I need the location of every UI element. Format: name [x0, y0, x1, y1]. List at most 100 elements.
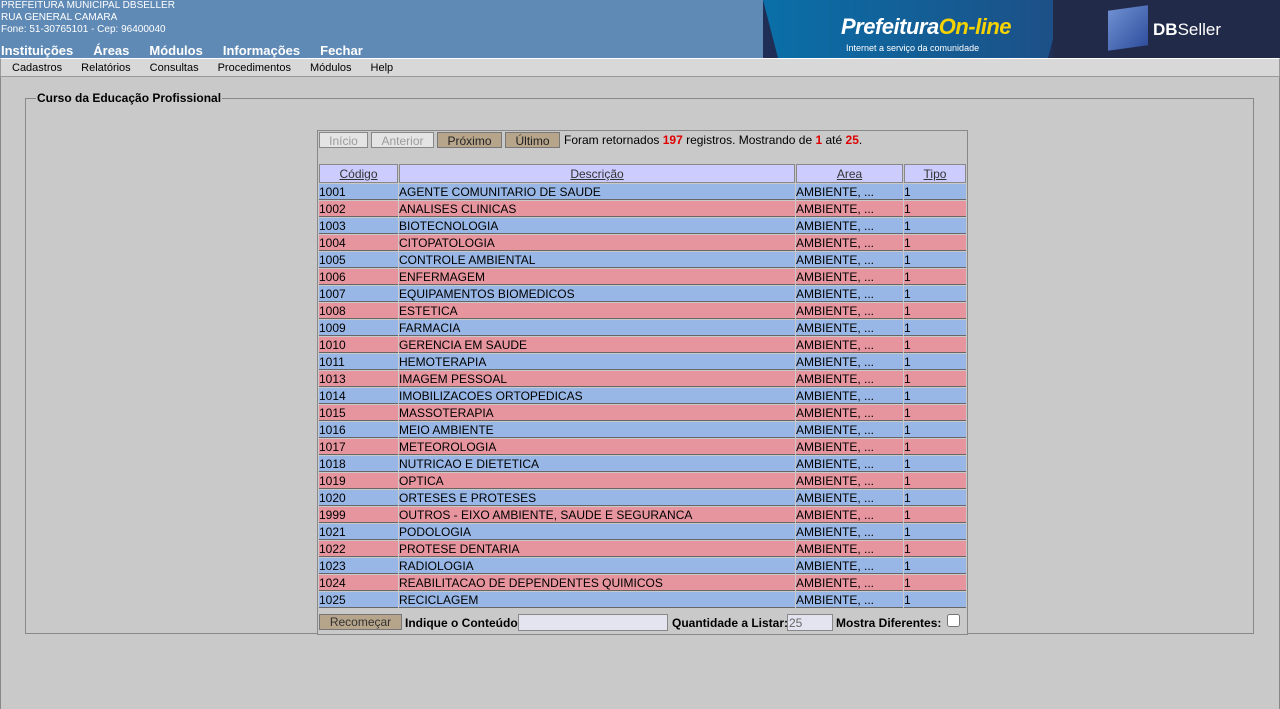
- menu-modulos[interactable]: Módulos: [149, 43, 202, 58]
- cell-tipo: 1: [904, 252, 966, 268]
- cell-area: AMBIENTE, ...: [796, 218, 903, 234]
- cell-codigo: 1021: [319, 524, 398, 540]
- table-row[interactable]: 1003 BIOTECNOLOGIA AMBIENTE, ... 1: [319, 218, 966, 234]
- grid-footer: Recomeçar Indique o Conteúdo: Quantidade…: [318, 611, 967, 633]
- table-row[interactable]: 1014 IMOBILIZACOES ORTOPEDICAS AMBIENTE, .…: [319, 388, 966, 404]
- show-different-checkbox[interactable]: [947, 614, 960, 627]
- menu-areas[interactable]: Áreas: [93, 43, 129, 58]
- table-row[interactable]: 1019 OPTICA AMBIENTE, ... 1: [319, 473, 966, 489]
- cell-descricao: MASSOTERAPIA: [399, 405, 795, 421]
- menu-fechar[interactable]: Fechar: [320, 43, 363, 58]
- cell-descricao: BIOTECNOLOGIA: [399, 218, 795, 234]
- menu-instituicoes[interactable]: Instituições: [1, 43, 73, 58]
- cell-area: AMBIENTE, ...: [796, 371, 903, 387]
- cell-codigo: 1003: [319, 218, 398, 234]
- cell-descricao: PODOLOGIA: [399, 524, 795, 540]
- cell-descricao: HEMOTERAPIA: [399, 354, 795, 370]
- submenu-consultas[interactable]: Consultas: [150, 62, 199, 74]
- column-header-codigo[interactable]: Código: [319, 164, 398, 183]
- cell-tipo: 1: [904, 524, 966, 540]
- cell-tipo: 1: [904, 558, 966, 574]
- table-row[interactable]: 1002 ANALISES CLINICAS AMBIENTE, ... 1: [319, 201, 966, 217]
- table-row[interactable]: 1016 MEIO AMBIENTE AMBIENTE, ... 1: [319, 422, 966, 438]
- table-row[interactable]: 1015 MASSOTERAPIA AMBIENTE, ... 1: [319, 405, 966, 421]
- submenu-help[interactable]: Help: [371, 62, 394, 74]
- cell-descricao: CONTROLE AMBIENTAL: [399, 252, 795, 268]
- cell-area: AMBIENTE, ...: [796, 201, 903, 217]
- table-row[interactable]: 1008 ESTETICA AMBIENTE, ... 1: [319, 303, 966, 319]
- table-row[interactable]: 1004 CITOPATOLOGIA AMBIENTE, ... 1: [319, 235, 966, 251]
- cell-area: AMBIENTE, ...: [796, 524, 903, 540]
- table-row[interactable]: 1017 METEOROLOGIA AMBIENTE, ... 1: [319, 439, 966, 455]
- cell-codigo: 1009: [319, 320, 398, 336]
- cell-area: AMBIENTE, ...: [796, 252, 903, 268]
- prefeitura-online-logo: PrefeituraOn-line: [841, 14, 1012, 39]
- cell-tipo: 1: [904, 337, 966, 353]
- cell-area: AMBIENTE, ...: [796, 422, 903, 438]
- table-row[interactable]: 1011 HEMOTERAPIA AMBIENTE, ... 1: [319, 354, 966, 370]
- column-header-tipo[interactable]: Tipo: [904, 164, 966, 183]
- previous-button[interactable]: Anterior: [371, 132, 434, 148]
- cell-descricao: CITOPATOLOGIA: [399, 235, 795, 251]
- results-grid: Início Anterior Próximo Último Foram ret…: [317, 130, 968, 635]
- cell-tipo: 1: [904, 388, 966, 404]
- table-row[interactable]: 1022 PROTESE DENTARIA AMBIENTE, ... 1: [319, 541, 966, 557]
- table-row[interactable]: 1010 GERENCIA EM SAUDE AMBIENTE, ... 1: [319, 337, 966, 353]
- table-row[interactable]: 1005 CONTROLE AMBIENTAL AMBIENTE, ... 1: [319, 252, 966, 268]
- quantity-input[interactable]: [787, 614, 833, 631]
- dbseller-logo: DBSeller: [1153, 20, 1222, 39]
- submenu-relatorios[interactable]: Relatórios: [81, 62, 131, 74]
- header-banner: PrefeituraOn-line Internet a serviço da …: [763, 0, 1280, 58]
- organization-info: PREFEITURA MUNICIPAL DBSELLER RUA GENERA…: [1, 0, 175, 36]
- cell-area: AMBIENTE, ...: [796, 558, 903, 574]
- sub-menu: Cadastros Relatórios Consultas Procedime…: [0, 58, 1280, 77]
- submenu-procedimentos[interactable]: Procedimentos: [218, 62, 291, 74]
- cell-area: AMBIENTE, ...: [796, 337, 903, 353]
- first-button[interactable]: Início: [319, 132, 368, 148]
- cell-descricao: AGENTE COMUNITARIO DE SAUDE: [399, 184, 795, 200]
- results-table: Código Descrição Area Tipo 1001 AGENTE CO…: [318, 163, 967, 609]
- column-header-area[interactable]: Area: [796, 164, 903, 183]
- table-row[interactable]: 1009 FARMACIA AMBIENTE, ... 1: [319, 320, 966, 336]
- cell-descricao: NUTRICAO E DIETETICA: [399, 456, 795, 472]
- restart-button[interactable]: Recomeçar: [319, 614, 402, 630]
- table-row[interactable]: 1018 NUTRICAO E DIETETICA AMBIENTE, ... 1: [319, 456, 966, 472]
- cell-tipo: 1: [904, 354, 966, 370]
- submenu-cadastros[interactable]: Cadastros: [12, 62, 62, 74]
- cell-descricao: RECICLAGEM: [399, 592, 795, 608]
- cell-descricao: MEIO AMBIENTE: [399, 422, 795, 438]
- menu-informacoes[interactable]: Informações: [223, 43, 300, 58]
- table-row[interactable]: 1999 OUTROS - EIXO AMBIENTE, SAUDE E SEGU…: [319, 507, 966, 523]
- submenu-modulos[interactable]: Módulos: [310, 62, 352, 74]
- column-header-descricao[interactable]: Descrição: [399, 164, 795, 183]
- cell-tipo: 1: [904, 286, 966, 302]
- panel-legend: Curso da Educação Profissional: [37, 91, 222, 105]
- cell-descricao: OPTICA: [399, 473, 795, 489]
- content-search-input[interactable]: [518, 614, 668, 631]
- next-button[interactable]: Próximo: [437, 132, 502, 148]
- cell-descricao: OUTROS - EIXO AMBIENTE, SAUDE E SEGURANC…: [399, 507, 795, 523]
- cell-codigo: 1013: [319, 371, 398, 387]
- table-row[interactable]: 1023 RADIOLOGIA AMBIENTE, ... 1: [319, 558, 966, 574]
- logo-tagline: Internet a serviço da comunidade: [846, 43, 980, 53]
- table-row[interactable]: 1021 PODOLOGIA AMBIENTE, ... 1: [319, 524, 966, 540]
- table-row[interactable]: 1013 IMAGEM PESSOAL AMBIENTE, ... 1: [319, 371, 966, 387]
- cell-tipo: 1: [904, 473, 966, 489]
- table-row[interactable]: 1007 EQUIPAMENTOS BIOMEDICOS AMBIENTE, ...…: [319, 286, 966, 302]
- cell-codigo: 1016: [319, 422, 398, 438]
- last-button[interactable]: Último: [505, 132, 560, 148]
- cell-area: AMBIENTE, ...: [796, 235, 903, 251]
- cell-tipo: 1: [904, 507, 966, 523]
- table-row[interactable]: 1024 REABILITACAO DE DEPENDENTES QUIMICOS…: [319, 575, 966, 591]
- cell-codigo: 1019: [319, 473, 398, 489]
- cell-codigo: 1015: [319, 405, 398, 421]
- cell-area: AMBIENTE, ...: [796, 303, 903, 319]
- table-row[interactable]: 1020 ORTESES E PROTESES AMBIENTE, ... 1: [319, 490, 966, 506]
- course-panel: Curso da Educação Profissional Início An…: [25, 91, 1254, 635]
- table-row[interactable]: 1006 ENFERMAGEM AMBIENTE, ... 1: [319, 269, 966, 285]
- table-row[interactable]: 1001 AGENTE COMUNITARIO DE SAUDE AMBIENTE,…: [319, 184, 966, 200]
- cell-tipo: 1: [904, 303, 966, 319]
- cell-tipo: 1: [904, 575, 966, 591]
- cell-tipo: 1: [904, 235, 966, 251]
- table-row[interactable]: 1025 RECICLAGEM AMBIENTE, ... 1: [319, 592, 966, 608]
